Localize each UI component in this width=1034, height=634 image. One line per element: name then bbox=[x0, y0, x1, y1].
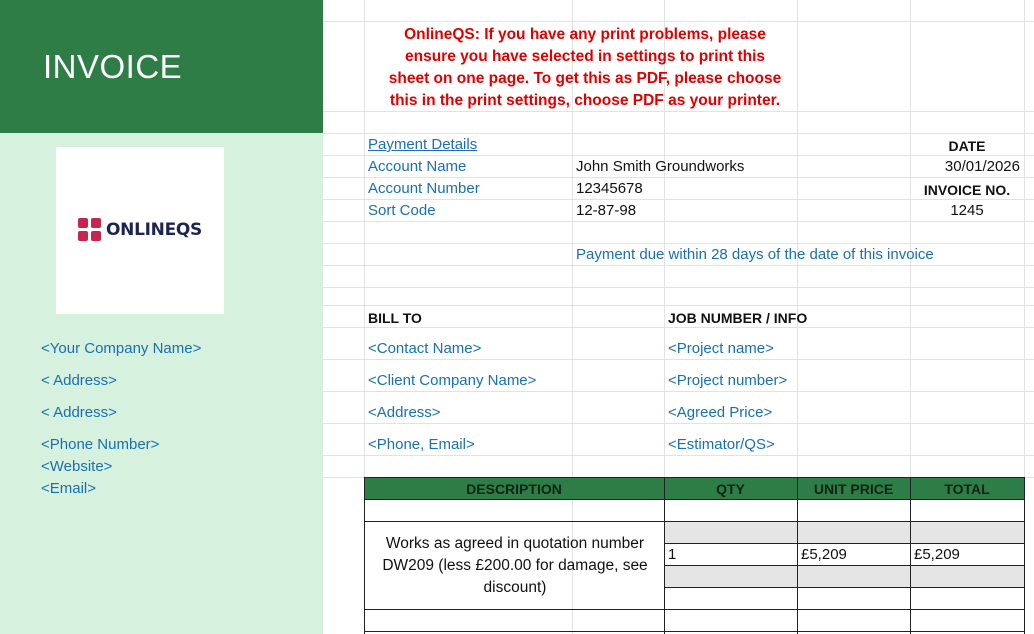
item-qty[interactable]: 1 bbox=[668, 545, 676, 565]
company-address-2[interactable]: < Address> bbox=[41, 404, 117, 421]
logo-text: ONLINEQS bbox=[106, 220, 202, 240]
bill-to-phone-email[interactable]: <Phone, Email> bbox=[368, 435, 475, 455]
shaded-cell bbox=[798, 566, 910, 587]
job-project-number[interactable]: <Project number> bbox=[668, 371, 787, 391]
shaded-cell bbox=[798, 522, 910, 543]
onlineqs-logo-icon bbox=[78, 218, 102, 242]
invoice-no-label: INVOICE NO. bbox=[923, 182, 1011, 198]
item-description-line: Works as agreed in quotation number bbox=[385, 535, 645, 552]
table-header-qty: QTY bbox=[716, 481, 745, 497]
bill-to-company[interactable]: <Client Company Name> bbox=[368, 371, 536, 391]
bill-to-heading: BILL TO bbox=[368, 310, 422, 326]
job-project-name[interactable]: <Project name> bbox=[668, 339, 774, 359]
sort-code-label: Sort Code bbox=[368, 202, 436, 219]
invoice-no-value[interactable]: 1245 bbox=[910, 201, 1024, 221]
shaded-cell bbox=[911, 566, 1024, 587]
your-company-name[interactable]: <Your Company Name> bbox=[41, 340, 201, 357]
item-total[interactable]: £5,209 bbox=[914, 545, 960, 565]
shaded-cell bbox=[911, 522, 1024, 543]
company-phone[interactable]: <Phone Number> bbox=[41, 436, 159, 453]
account-number-label: Account Number bbox=[368, 180, 480, 197]
invoice-title: INVOICE bbox=[43, 48, 183, 85]
print-notice: OnlineQS: If you have any print problems… bbox=[365, 24, 805, 112]
table-header-unit-price: UNIT PRICE bbox=[813, 481, 894, 497]
table-header-total: TOTAL bbox=[944, 481, 990, 497]
item-description[interactable]: Works as agreed in quotation number DW20… bbox=[366, 533, 664, 599]
sort-code-value[interactable]: 12-87-98 bbox=[576, 201, 636, 221]
print-notice-line: this in the print settings, choose PDF a… bbox=[389, 92, 781, 109]
bill-to-address[interactable]: <Address> bbox=[368, 403, 441, 423]
print-notice-line: OnlineQS: If you have any print problems… bbox=[404, 26, 766, 43]
print-notice-line: sheet on one page. To get this as PDF, p… bbox=[388, 70, 782, 87]
company-email[interactable]: <Email> bbox=[41, 480, 96, 497]
date-value[interactable]: 30/01/2026 bbox=[910, 157, 1020, 177]
table-header-description: DESCRIPTION bbox=[466, 481, 562, 497]
company-address-1[interactable]: < Address> bbox=[41, 372, 117, 389]
date-label: DATE bbox=[948, 138, 986, 154]
payment-due-note: Payment due within 28 days of the date o… bbox=[576, 246, 934, 263]
payment-details-heading[interactable]: Payment Details bbox=[368, 135, 477, 155]
print-notice-line: ensure you have selected in settings to … bbox=[404, 48, 766, 65]
item-unit-price[interactable]: £5,209 bbox=[801, 545, 847, 565]
bill-to-contact[interactable]: <Contact Name> bbox=[368, 339, 481, 359]
job-estimator[interactable]: <Estimator/QS> bbox=[668, 435, 775, 455]
account-name-label: Account Name bbox=[368, 158, 467, 175]
account-name-value[interactable]: John Smith Groundworks bbox=[576, 157, 744, 177]
item-description-line: discount) bbox=[483, 579, 547, 596]
shaded-cell bbox=[665, 522, 797, 543]
company-website[interactable]: <Website> bbox=[41, 458, 112, 475]
shaded-cell bbox=[665, 566, 797, 587]
account-number-value[interactable]: 12345678 bbox=[576, 179, 643, 199]
job-info-heading: JOB NUMBER / INFO bbox=[668, 310, 808, 326]
job-agreed-price[interactable]: <Agreed Price> bbox=[668, 403, 772, 423]
item-description-line: DW209 (less £200.00 for damage, see bbox=[382, 557, 648, 574]
